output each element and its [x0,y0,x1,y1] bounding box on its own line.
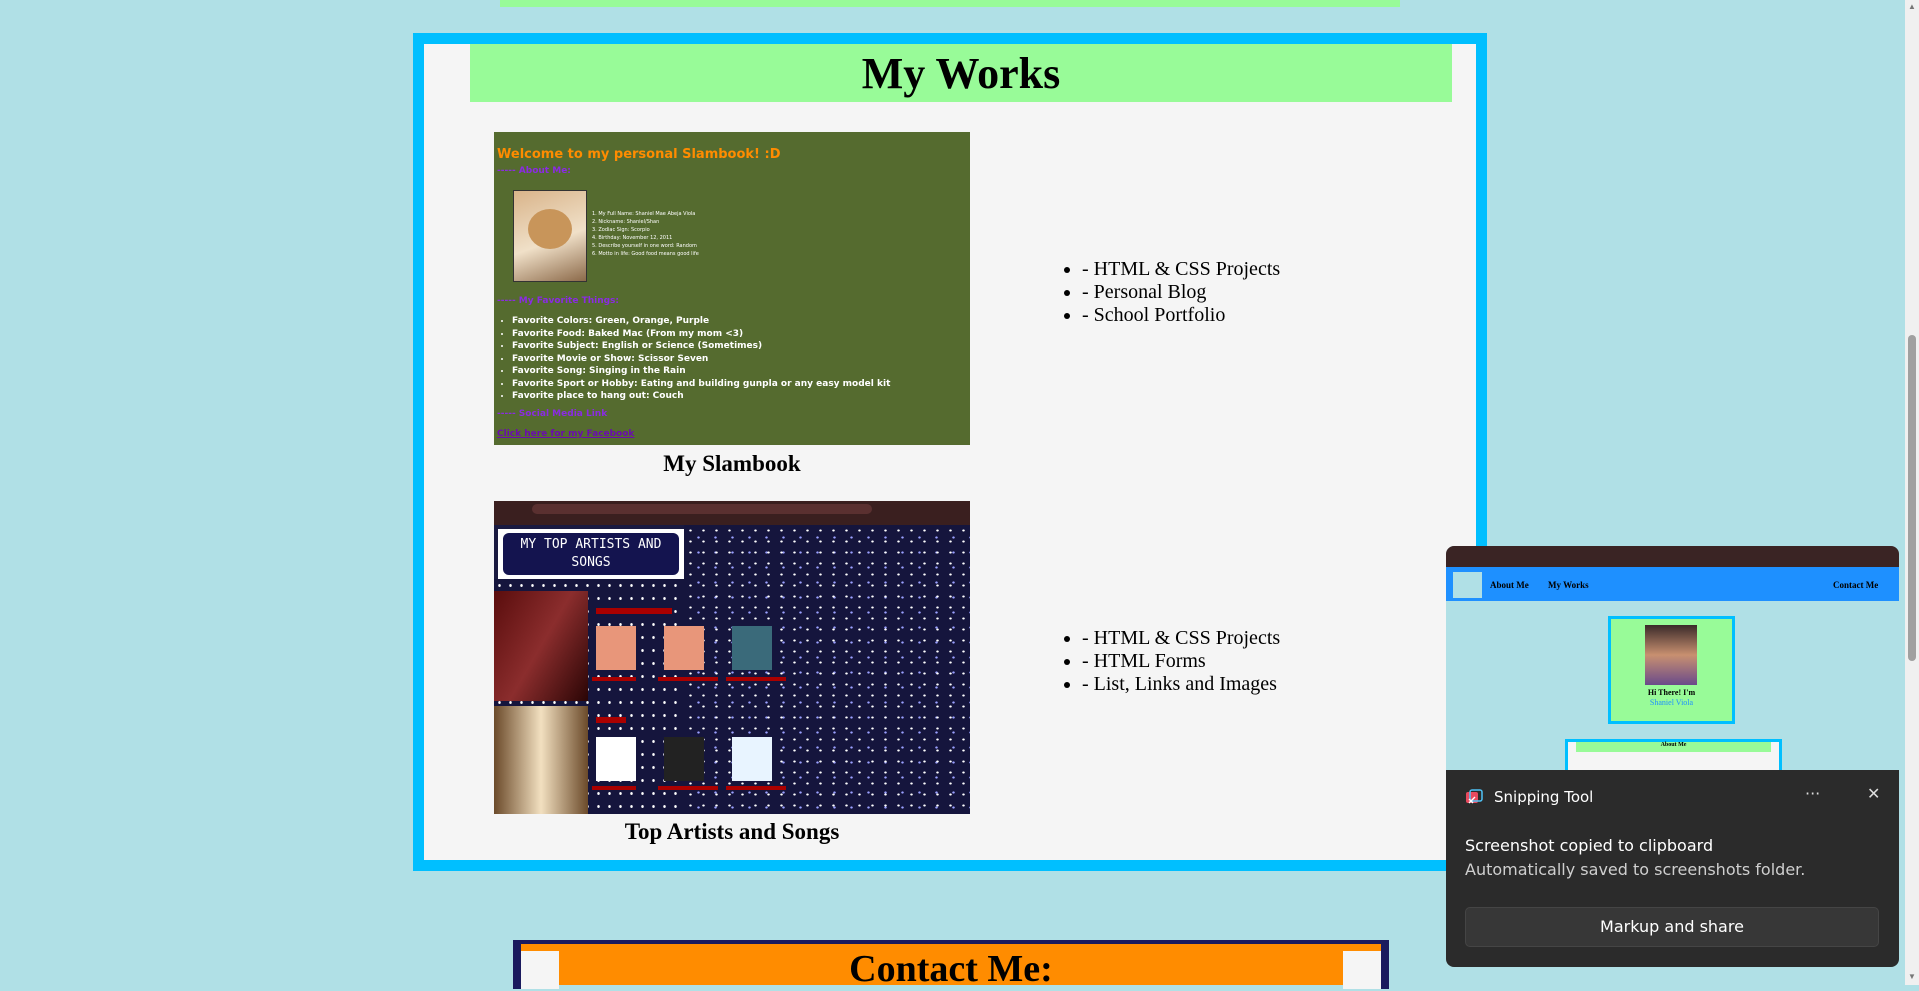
notification-heading: Screenshot copied to clipboard [1465,836,1714,855]
slambook-fact: 5. Describe yourself in one word: Random [592,243,697,249]
song-cover-3 [732,626,772,670]
slambook-caption: My Slambook [663,451,801,476]
slambook-thumb-favorites: Favorite Colors: Green, Orange, Purple F… [502,315,890,403]
top-artists-thumb-title: MY TOP ARTISTS AND SONGS [503,533,679,575]
scroll-up-arrow-icon[interactable]: ▲ [1908,2,1916,11]
slambook-thumb-title: Welcome to my personal Slambook! :D [497,147,781,162]
browser-chrome-image [494,501,970,525]
feature-item: - Personal Blog [1082,281,1280,304]
notification-app-name: Snipping Tool [1494,788,1594,806]
song-caption-4 [592,786,636,790]
slambook-fact: 1. My Full Name: Shaniel Mae Abeja Viola [592,211,696,217]
slambook-thumb-favorites-heading: ----- My Favorite Things: [497,296,620,306]
slambook-fact: 6. Motto in life: Good food means good l… [592,251,699,257]
preview-navbar: About Me My Works Contact Me [1446,567,1899,601]
page-scrollbar[interactable]: ▲ ▼ [1905,0,1919,985]
top-artists-thumb-title-box: MY TOP ARTISTS AND SONGS [498,529,684,579]
top-artists-caption: Top Artists and Songs [624,819,840,844]
starry-background [684,525,970,814]
slambook-thumb-social-heading: ----- Social Media Link [497,409,608,419]
slambook-favorite: Favorite Subject: English or Science (So… [512,340,890,353]
slambook-favorite: Favorite Movie or Show: Scissor Seven [512,353,890,366]
scroll-down-arrow-icon[interactable]: ▼ [1908,972,1916,981]
feature-item: - HTML & CSS Projects [1082,258,1280,281]
preview-logo [1453,572,1482,598]
preview-nav-works: My Works [1548,580,1589,590]
feature-item: - HTML & CSS Projects [1082,627,1280,650]
preview-about-heading: About Me [1576,742,1771,752]
preview-browser-chrome [1446,546,1899,567]
feature-item: - HTML Forms [1082,650,1280,673]
top-artists-feature-list: - HTML & CSS Projects - HTML Forms - Lis… [1060,627,1280,696]
song-cover-6 [732,737,772,781]
scrollbar-thumb[interactable] [1908,335,1916,661]
slambook-thumb-facebook-link: Click here for my Facebook [497,429,635,439]
song-cover-2 [664,626,704,670]
slambook-favorite: Favorite Colors: Green, Orange, Purple [512,315,890,328]
feature-item: - School Portfolio [1082,304,1280,327]
slambook-thumb-facts: 1. My Full Name: Shaniel Mae Abeja Viola… [592,210,699,258]
artist-photo-1 [494,591,588,701]
preview-name: Shaniel Viola [1649,698,1694,707]
markup-and-share-button[interactable]: Markup and share [1465,907,1879,947]
top-artists-thumbnail[interactable]: MY TOP ARTISTS AND SONGS [494,501,970,814]
my-works-section: My Works Welcome to my personal Slambook… [413,33,1487,871]
slambook-fact: 3. Zodiac Sign: Scorpio [592,227,650,233]
song-cover-5 [664,737,704,781]
song-caption-6 [726,786,786,790]
preview-profile-card: Hi There! I'm Shaniel Viola [1608,616,1735,724]
ellipsis-icon[interactable]: ··· [1805,784,1820,803]
slambook-thumb-about-heading: ----- About Me: [497,166,571,176]
song-caption-5 [658,786,718,790]
screenshot-preview[interactable]: About Me My Works Contact Me Hi There! I… [1446,546,1899,770]
artist-photo-2 [494,706,588,814]
slambook-fact: 4. Birthday: November 12, 2011 [592,235,673,241]
my-works-header: My Works [470,44,1452,102]
contact-title: Contact Me: [849,948,1053,990]
slambook-favorite: Favorite place to hang out: Couch [512,390,890,403]
slambook-thumb-photo [513,190,587,282]
preview-nav-about: About Me [1490,580,1529,590]
my-works-title: My Works [861,48,1061,98]
snipping-tool-icon [1466,789,1483,804]
dog-image [528,209,572,249]
section-label-image [596,608,672,614]
preview-greeting: Hi There! I'm [1647,688,1696,697]
slambook-feature-list: - HTML & CSS Projects - Personal Blog - … [1060,258,1280,327]
slambook-favorite: Favorite Sport or Hobby: Eating and buil… [512,378,890,391]
preview-nav-contact: Contact Me [1833,580,1879,590]
song-caption-1 [592,677,636,681]
song-caption-2 [658,677,718,681]
preview-avatar [1645,625,1697,685]
song-cover-1 [596,626,636,670]
notification-subtext: Automatically saved to screenshots folde… [1465,860,1806,879]
slambook-favorite: Favorite Food: Baked Mac (From my mom <3… [512,328,890,341]
close-icon[interactable]: ✕ [1867,784,1880,803]
address-bar-image [532,504,872,514]
contact-section: Contact Me: [513,940,1389,990]
snipping-tool-notification: Snipping Tool ··· ✕ Screenshot copied to… [1446,770,1899,967]
song-cover-4 [596,737,636,781]
preview-about-box: About Me [1565,739,1782,770]
song-caption-3 [726,677,786,681]
previous-section-strip [500,0,1400,7]
slambook-fact: 2. Nickname: Shaniel/Shan [592,219,660,225]
slambook-thumbnail[interactable]: Welcome to my personal Slambook! :D ----… [494,132,970,445]
feature-item: - List, Links and Images [1082,673,1280,696]
section-label-image [596,717,626,723]
slambook-favorite: Favorite Song: Singing in the Rain [512,365,890,378]
